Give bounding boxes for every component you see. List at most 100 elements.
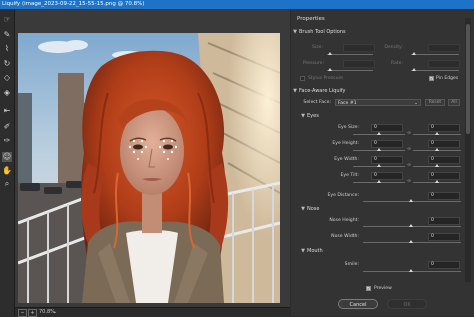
density-slider[interactable] (411, 54, 459, 55)
eye-height-label: Eye Height: (332, 141, 359, 146)
canvas-area[interactable] (15, 9, 290, 307)
density-slider-handle[interactable] (412, 52, 416, 55)
preview-label: Preview (374, 286, 392, 291)
eye-tilt-right-field[interactable]: 0 (428, 172, 460, 180)
select-face-dropdown[interactable]: Face #1 ⌄ (335, 99, 421, 106)
eye-distance-label: Eye Distance: (327, 193, 359, 198)
size-field[interactable] (343, 44, 375, 52)
eye-height-left-field[interactable]: 0 (371, 140, 403, 148)
eyes-header[interactable]: ▼ Eyes (299, 112, 469, 120)
rate-slider[interactable] (411, 70, 459, 71)
twirl-clockwise-tool[interactable]: ↻ (2, 59, 12, 69)
rate-slider-handle[interactable] (412, 68, 416, 71)
smile-field[interactable]: 0 (428, 261, 460, 269)
panel-scrollbar[interactable] (465, 18, 471, 282)
expand-icon: ▼ (293, 88, 297, 94)
smooth-tool[interactable]: ⌇ (2, 44, 12, 54)
face-tool[interactable]: ☺ (2, 152, 12, 162)
eye-size-left-handle[interactable] (377, 132, 381, 135)
zoom-tool[interactable]: ⌕ (2, 179, 12, 189)
link-icon[interactable]: ∞ (407, 146, 411, 152)
bloat-tool[interactable]: ◈ (2, 88, 12, 98)
eye-size-right-field[interactable]: 0 (428, 124, 460, 132)
preview-checkbox[interactable]: ✓ (366, 286, 371, 291)
portrait-illustration (18, 33, 280, 303)
eye-width-left-handle[interactable] (377, 164, 381, 167)
eye-tilt-label: Eye Tilt: (340, 173, 359, 178)
eye-tilt-left-handle[interactable] (377, 180, 381, 183)
eye-size-left-field[interactable]: 0 (371, 124, 403, 132)
pressure-field[interactable] (343, 60, 375, 68)
link-icon[interactable]: ∞ (407, 162, 411, 168)
smooth-icon: ⌇ (5, 44, 9, 53)
smile-handle[interactable] (409, 269, 413, 272)
eye-width-right-field[interactable]: 0 (428, 156, 460, 164)
expand-icon: ▼ (293, 29, 297, 35)
link-icon[interactable]: ∞ (407, 130, 411, 136)
select-face-value: Face #1 (338, 101, 357, 106)
mouth-header[interactable]: ▼ Mouth (299, 247, 469, 255)
pucker-tool[interactable]: ◇ (2, 73, 12, 83)
forward-warp-tool[interactable]: ☞ (2, 15, 12, 25)
rate-field[interactable] (428, 60, 460, 68)
nose-height-field[interactable]: 0 (428, 217, 460, 225)
density-field[interactable] (428, 44, 460, 52)
panel-title: Properties (297, 16, 325, 22)
pucker-icon: ◇ (3, 73, 11, 82)
eye-size-label: Eye Size: (338, 125, 359, 130)
scrollbar-thumb[interactable] (466, 24, 470, 134)
nose-width-handle[interactable] (409, 240, 413, 243)
freeze-mask-tool[interactable]: ✐ (2, 122, 12, 132)
eye-height-right-field[interactable]: 0 (428, 140, 460, 148)
expand-icon: ▼ (301, 248, 305, 254)
push-left-icon: ⇤ (3, 106, 11, 115)
thaw-mask-tool[interactable]: ✑ (2, 136, 12, 146)
eye-width-left-field[interactable]: 0 (371, 156, 403, 164)
chevron-down-icon: ⌄ (414, 101, 418, 106)
select-face-label: Select Face: (303, 100, 331, 105)
pin-edges-label: Pin Edges (436, 76, 459, 81)
reconstruct-tool[interactable]: ✎ (2, 30, 12, 40)
bloat-icon: ◈ (3, 88, 11, 97)
thaw-mask-icon: ✑ (3, 136, 11, 145)
eye-width-right-handle[interactable] (435, 164, 439, 167)
stylus-pressure-checkbox[interactable] (300, 76, 305, 81)
push-left-tool[interactable]: ⇤ (2, 106, 12, 116)
eye-tilt-left-field[interactable]: 0 (371, 172, 403, 180)
link-icon[interactable]: ∞ (407, 178, 411, 184)
cancel-button[interactable]: Cancel (338, 299, 378, 309)
nose-height-label: Nose Height: (329, 218, 359, 223)
brush-options-header[interactable]: ▼ Brush Tool Options (291, 28, 461, 36)
smile-label: Smile: (344, 262, 359, 267)
preview-image[interactable] (18, 33, 280, 303)
size-slider-handle[interactable] (328, 52, 332, 55)
eye-distance-field[interactable]: 0 (428, 192, 460, 200)
eye-width-label: Eye Width: (334, 157, 359, 162)
pressure-slider[interactable] (327, 70, 373, 71)
size-label: Size: (312, 45, 323, 50)
eye-height-left-handle[interactable] (377, 148, 381, 151)
pressure-slider-handle[interactable] (328, 68, 332, 71)
tools-panel: ☞ ✎ ⌇ ↻ ◇ ◈ ⇤ ✐ ✑ ☺ ✋ ⌕ (0, 9, 15, 316)
pin-edges-checkbox[interactable]: ✓ (429, 76, 434, 81)
face-icon: ☺ (2, 152, 12, 161)
forward-warp-icon: ☞ (3, 15, 11, 24)
face-aware-header[interactable]: ▼ Face-Aware Liquify (291, 87, 461, 95)
nose-height-handle[interactable] (409, 224, 413, 227)
rate-label: Rate: (390, 61, 403, 66)
nose-width-label: Nose Width: (331, 234, 359, 239)
density-label: Density: (384, 45, 403, 50)
all-button[interactable]: All (448, 99, 460, 106)
eye-distance-handle[interactable] (409, 199, 413, 202)
reset-button[interactable]: Reset (425, 99, 445, 106)
hand-tool[interactable]: ✋ (2, 166, 12, 176)
eye-size-right-handle[interactable] (435, 132, 439, 135)
eye-height-right-handle[interactable] (435, 148, 439, 151)
eye-tilt-right-handle[interactable] (435, 180, 439, 183)
title-bar: Liquify (image_2023-09-22_15-55-15.png @… (0, 0, 474, 9)
size-slider[interactable] (327, 54, 373, 55)
nose-width-field[interactable]: 0 (428, 233, 460, 241)
nose-header[interactable]: ▼ Nose (299, 205, 469, 213)
ok-button[interactable]: OK (387, 299, 427, 309)
pressure-label: Pressure: (302, 61, 324, 66)
